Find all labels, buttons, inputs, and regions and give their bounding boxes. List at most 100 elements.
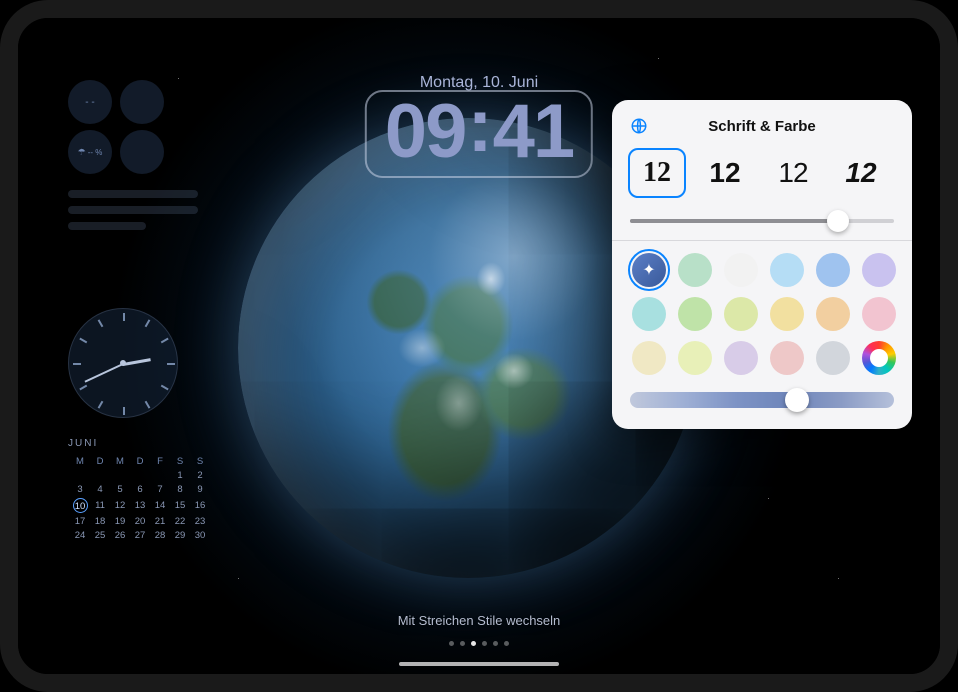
weekday-label: D (92, 456, 108, 467)
weekday-label: S (172, 456, 188, 467)
calendar-day: 5 (112, 484, 128, 495)
popover-header: Schrift & Farbe (626, 112, 898, 140)
clock-tick (79, 385, 87, 391)
hue-slider[interactable] (626, 387, 898, 413)
calendar-widget[interactable]: Juni MDMDFSS 123456789101112131415161718… (68, 438, 218, 544)
weekday-label: M (72, 456, 88, 467)
color-swatch-dynamic[interactable]: ✦ (632, 253, 666, 287)
time-display[interactable]: 09:41 (365, 90, 593, 178)
calendar-month-label: Juni (68, 438, 218, 449)
font-option-font-display[interactable]: 12 (832, 148, 890, 198)
color-grid: ✦ (626, 253, 898, 375)
sunrise-widget[interactable] (120, 80, 164, 124)
clock-tick (161, 338, 169, 344)
minute-hand (85, 363, 124, 383)
slider-fill (630, 219, 842, 223)
calendar-day: 1 (172, 470, 188, 481)
calendar-day (152, 470, 168, 481)
calendar-day: 17 (72, 516, 88, 527)
hue-track (630, 392, 894, 408)
star-decoration (658, 58, 659, 59)
umbrella-icon: ☂ (78, 147, 86, 158)
page-dot[interactable] (493, 641, 498, 646)
calendar-day: 20 (132, 516, 148, 527)
calendar-grid: MDMDFSS 12345678910111213141516171819202… (68, 453, 212, 544)
calendar-day: 28 (152, 530, 168, 541)
color-swatch-blue[interactable] (816, 253, 850, 287)
calendar-day: 4 (92, 484, 108, 495)
color-swatch-lilac[interactable] (862, 253, 896, 287)
swipe-hint: Mit Streichen Stile wechseln (398, 613, 561, 628)
divider (612, 240, 912, 241)
font-option-font-light[interactable]: 12 (764, 148, 822, 198)
precipitation-widget[interactable]: ☂ -- % (68, 130, 112, 174)
widget-row-1: - - (68, 80, 164, 124)
text-widget-placeholder[interactable] (68, 190, 198, 238)
calendar-day: 11 (92, 498, 108, 513)
calendar-day: 18 (92, 516, 108, 527)
page-dot[interactable] (504, 641, 509, 646)
color-swatch-sky[interactable] (770, 253, 804, 287)
page-indicator[interactable] (449, 641, 509, 646)
calendar-day: 12 (112, 498, 128, 513)
page-dot[interactable] (482, 641, 487, 646)
popover-title: Schrift & Farbe (626, 118, 898, 135)
wind-widget[interactable]: - - (68, 80, 112, 124)
color-swatch-lime[interactable] (724, 297, 758, 331)
color-swatch-turquoise[interactable] (632, 297, 666, 331)
calendar-day: 8 (172, 484, 188, 495)
clock-tick (161, 385, 169, 391)
color-swatch-yellow[interactable] (770, 297, 804, 331)
page-dot[interactable] (460, 641, 465, 646)
weekday-label: M (112, 456, 128, 467)
color-swatch-cream[interactable] (632, 341, 666, 375)
page-dot[interactable] (471, 641, 476, 646)
analog-clock-widget[interactable] (68, 308, 178, 418)
color-swatch-mint[interactable] (678, 253, 712, 287)
page-dot[interactable] (449, 641, 454, 646)
color-swatch-custom-picker[interactable] (862, 341, 896, 375)
color-swatch-rose[interactable] (770, 341, 804, 375)
clock-tick (145, 319, 151, 327)
color-swatch-peach[interactable] (816, 297, 850, 331)
clock-tick (98, 401, 104, 409)
calendar-day: 15 (172, 498, 188, 513)
widget-value: -- % (88, 148, 103, 157)
color-swatch-lemon[interactable] (678, 341, 712, 375)
color-swatch-lavender[interactable] (724, 341, 758, 375)
font-option-font-heavy[interactable]: 12 (696, 148, 754, 198)
font-option-font-serif[interactable]: 12 (628, 148, 686, 198)
color-swatch-gray[interactable] (816, 341, 850, 375)
star-decoration (838, 578, 839, 579)
calendar-day: 25 (92, 530, 108, 541)
calendar-day: 22 (172, 516, 188, 527)
calendar-day (92, 470, 108, 481)
lock-screen: Montag, 10. Juni 09:41 - - ☂ -- % (18, 18, 940, 674)
empty-widget[interactable] (120, 130, 164, 174)
home-indicator[interactable] (399, 662, 559, 666)
star-decoration (238, 578, 239, 579)
weight-slider[interactable] (626, 208, 898, 234)
clock-tick (167, 363, 175, 365)
font-color-popover: Schrift & Farbe 12121212 ✦ (612, 100, 912, 429)
color-swatch-green[interactable] (678, 297, 712, 331)
color-swatch-pink[interactable] (862, 297, 896, 331)
calendar-day: 21 (152, 516, 168, 527)
weekday-label: F (152, 456, 168, 467)
calendar-day (112, 470, 128, 481)
calendar-day: 2 (192, 470, 208, 481)
calendar-day: 30 (192, 530, 208, 541)
placeholder-line (68, 206, 198, 214)
calendar-day: 7 (152, 484, 168, 495)
weekday-label: D (132, 456, 148, 467)
weekday-label: S (192, 456, 208, 467)
calendar-day (132, 470, 148, 481)
hue-thumb[interactable] (785, 388, 809, 412)
clock-tick (145, 401, 151, 409)
time-hours: 09 (385, 89, 466, 174)
placeholder-line (68, 222, 146, 230)
clock-tick (98, 319, 104, 327)
color-swatch-white[interactable] (724, 253, 758, 287)
calendar-day: 14 (152, 498, 168, 513)
slider-thumb[interactable] (827, 210, 849, 232)
